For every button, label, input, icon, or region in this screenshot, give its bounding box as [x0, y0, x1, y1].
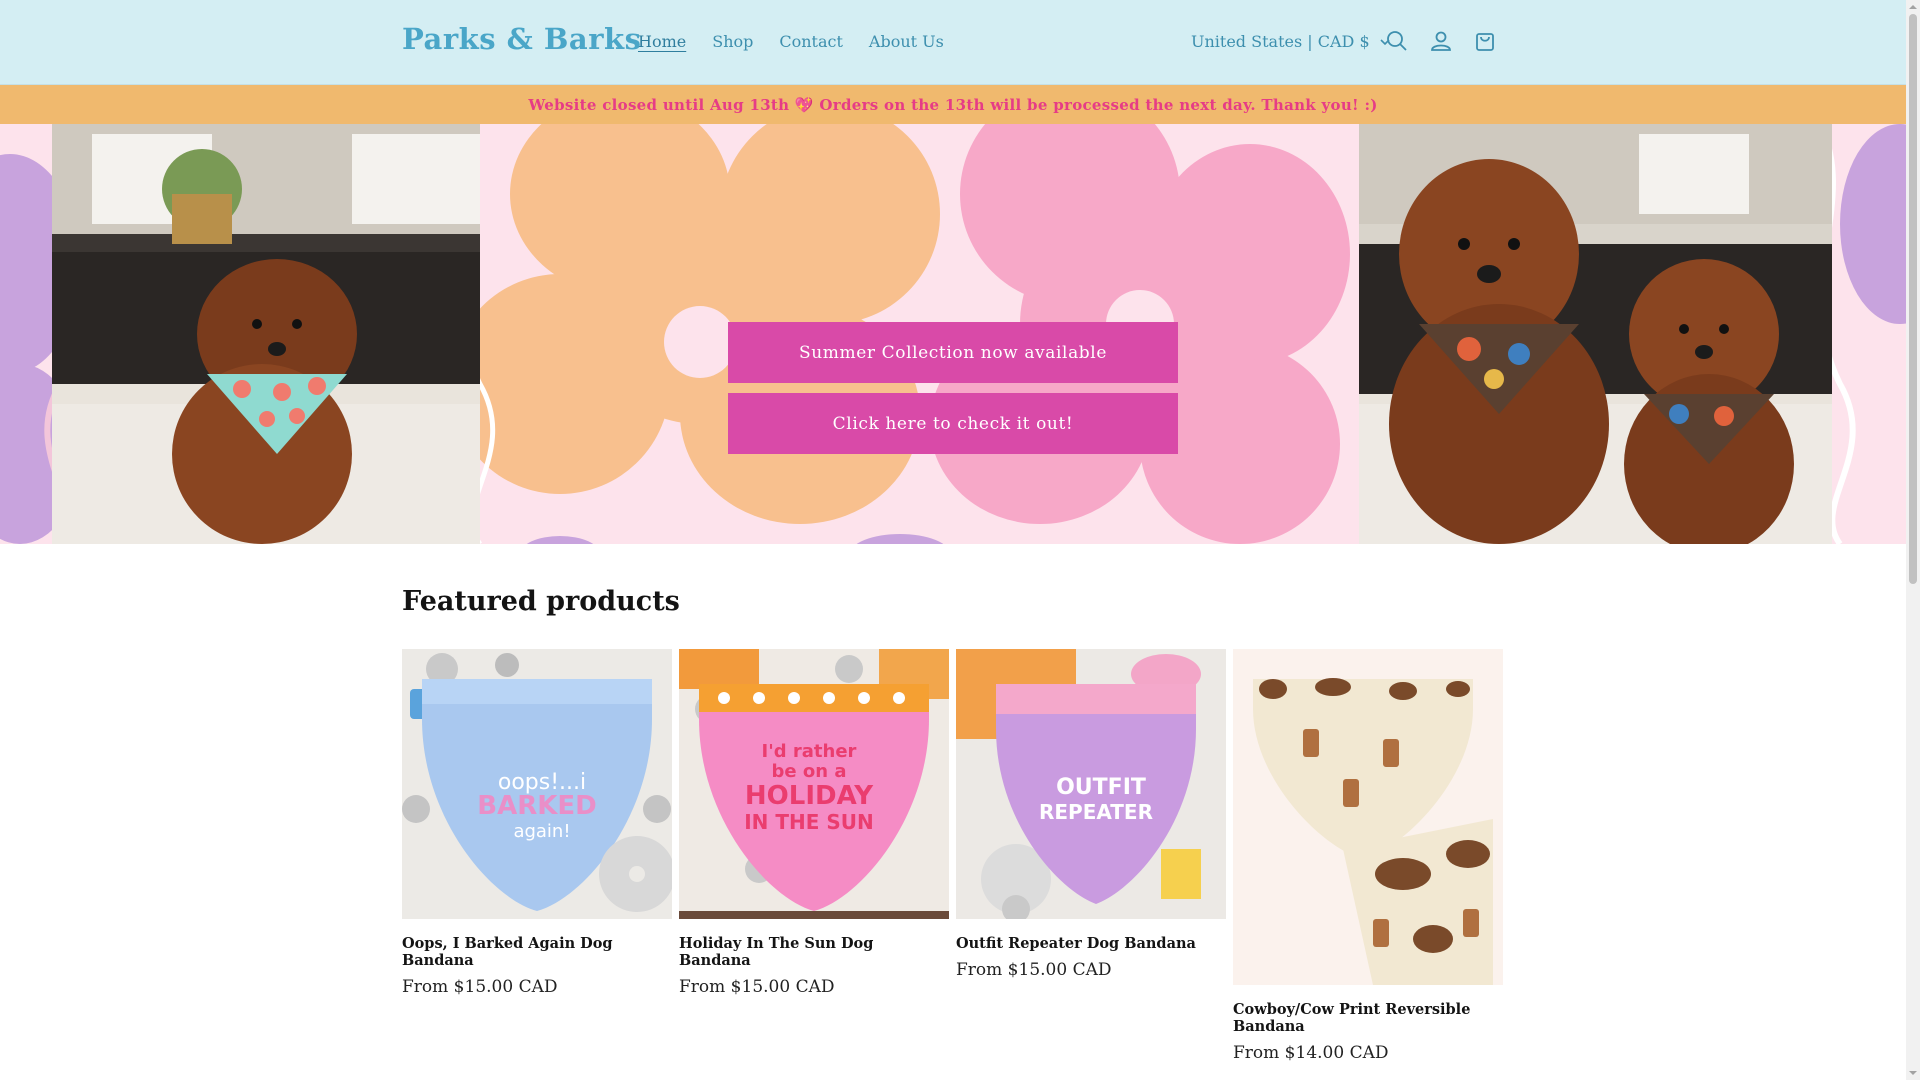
product-image[interactable]: [1233, 649, 1503, 985]
announcement-text: Website closed until Aug 13th 💖 Orders o…: [528, 95, 1378, 114]
product-image[interactable]: OUTFIT REPEATER: [956, 649, 1226, 919]
site-header: Parks & Barks Home Shop Contact About Us…: [0, 0, 1906, 85]
scrollbar-thumb[interactable]: [1909, 14, 1917, 584]
product-image-text: IN THE SUN: [744, 810, 874, 834]
product-card[interactable]: OUTFIT REPEATER Outfit Repeater Dog Band…: [956, 649, 1226, 980]
nav-contact[interactable]: Contact: [779, 32, 843, 51]
featured-heading: Featured products: [402, 586, 680, 617]
product-title[interactable]: Cowboy/Cow Print Reversible Bandana: [1233, 1001, 1503, 1035]
product-title[interactable]: Holiday In The Sun Dog Bandana: [679, 935, 949, 969]
product-image[interactable]: oops!...i BARKED again!: [402, 649, 672, 919]
site-logo[interactable]: Parks & Barks: [402, 22, 641, 56]
product-card[interactable]: Cowboy/Cow Print Reversible Bandana From…: [1233, 649, 1503, 1063]
nav-home[interactable]: Home: [638, 32, 686, 51]
announcement-bar: Website closed until Aug 13th 💖 Orders o…: [0, 85, 1906, 124]
product-card[interactable]: I'd rather be on a HOLIDAY IN THE SUN Ho…: [679, 649, 949, 997]
product-image-text: be on a: [772, 761, 847, 782]
product-image-text: REPEATER: [1039, 800, 1153, 824]
product-price: From $14.00 CAD: [1233, 1043, 1389, 1063]
product-card[interactable]: oops!...i BARKED again! Oops, I Barked A…: [402, 649, 672, 997]
product-price: From $15.00 CAD: [679, 977, 835, 997]
check-it-out-button[interactable]: Click here to check it out!: [728, 393, 1178, 454]
search-icon[interactable]: [1385, 29, 1409, 53]
page-scrollbar[interactable]: [1906, 0, 1920, 1080]
hero-banner: Summer Collection now available Click he…: [0, 124, 1906, 544]
hero-photo-right: [1359, 124, 1832, 544]
product-price: From $15.00 CAD: [956, 960, 1112, 980]
scroll-up-arrow-icon[interactable]: [1909, 3, 1917, 11]
product-price: From $15.00 CAD: [402, 977, 558, 997]
product-image-text: I'd rather: [762, 741, 857, 762]
country-selector[interactable]: United States | CAD $: [1191, 32, 1392, 51]
product-title[interactable]: Oops, I Barked Again Dog Bandana: [402, 935, 672, 969]
cart-icon[interactable]: [1473, 29, 1497, 53]
product-image[interactable]: I'd rather be on a HOLIDAY IN THE SUN: [679, 649, 949, 919]
product-image-text: HOLIDAY: [745, 781, 874, 811]
account-icon[interactable]: [1429, 29, 1453, 53]
product-image-text: again!: [513, 821, 570, 842]
nav-shop[interactable]: Shop: [712, 32, 753, 51]
main-nav: Home Shop Contact About Us: [638, 32, 970, 51]
hero-photo-left: [52, 124, 480, 544]
product-image-text: OUTFIT: [1056, 775, 1146, 800]
summer-collection-button[interactable]: Summer Collection now available: [728, 322, 1178, 383]
product-title[interactable]: Outfit Repeater Dog Bandana: [956, 935, 1226, 952]
scroll-down-arrow-icon[interactable]: [1909, 1069, 1917, 1077]
product-image-text: BARKED: [477, 791, 596, 821]
nav-about-us[interactable]: About Us: [869, 32, 944, 51]
country-selector-label: United States | CAD $: [1191, 32, 1370, 51]
